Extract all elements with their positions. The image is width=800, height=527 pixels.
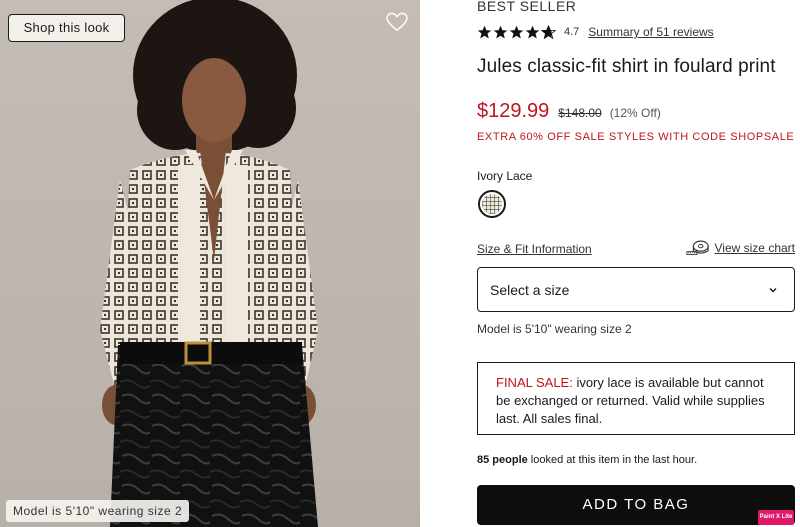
size-select-label: Select a size [490, 282, 570, 298]
star-half-icon [541, 24, 556, 39]
add-to-bag-button[interactable]: ADD TO BAG [477, 485, 795, 525]
selected-color-name: Ivory Lace [477, 169, 533, 183]
star-icon [477, 25, 492, 38]
product-image[interactable]: Shop this look Model is 5'10" wearing si… [0, 0, 420, 527]
final-sale-notice: FINAL SALE: ivory lace is available but … [477, 362, 795, 435]
final-sale-label: FINAL SALE: [496, 375, 573, 390]
overlay-app-badge[interactable]: Paint X Lite [758, 510, 794, 525]
star-icon [509, 25, 524, 38]
viewers-text: looked at this item in the last hour. [527, 454, 698, 466]
model-size-note: Model is 5'10" wearing size 2 [477, 322, 632, 336]
discount-percent: (12% Off) [609, 106, 661, 120]
heart-icon[interactable] [386, 12, 408, 32]
color-swatch-ivory-lace[interactable] [478, 190, 506, 218]
price-row: $129.99 $148.00 (12% Off) [477, 100, 661, 123]
star-icon [493, 25, 508, 38]
reviews-summary-link[interactable]: Summary of 51 reviews [588, 25, 713, 39]
original-price: $148.00 [558, 106, 602, 120]
size-select-dropdown[interactable]: Select a size [477, 267, 795, 312]
product-title: Jules classic-fit shirt in foulard print [477, 56, 776, 77]
rating-value: 4.7 [564, 26, 580, 38]
viewers-count: 85 people [477, 454, 528, 466]
viewers-message: 85 people looked at this item in the las… [477, 454, 697, 466]
rating-stars [477, 24, 556, 40]
view-size-chart-label: View size chart [714, 241, 795, 255]
sale-price: $129.99 [477, 100, 550, 122]
swatch-pattern [482, 194, 502, 214]
promo-message: EXTRA 60% OFF SALE STYLES WITH CODE SHOP… [477, 131, 795, 143]
size-fit-info-link[interactable]: Size & Fit Information [477, 242, 592, 256]
best-seller-badge: BEST SELLER [477, 0, 577, 14]
star-icon [525, 25, 540, 38]
model-caption: Model is 5'10" wearing size 2 [6, 500, 190, 522]
chevron-down-icon [769, 288, 777, 293]
tape-measure-icon [685, 240, 709, 255]
shop-this-look-button[interactable]: Shop this look [8, 14, 125, 42]
rating-row: 4.7 Summary of 51 reviews [477, 23, 714, 41]
view-size-chart-link[interactable]: View size chart [685, 239, 795, 257]
model-photo-illustration [100, 0, 318, 527]
